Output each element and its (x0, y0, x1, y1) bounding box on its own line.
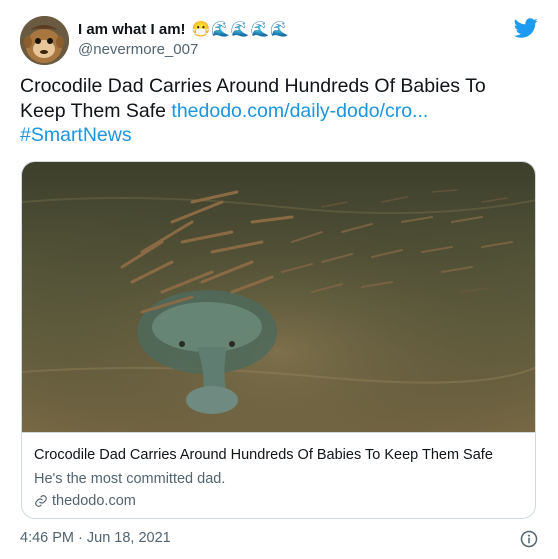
crocodile-photo-icon (22, 162, 535, 432)
wave-emoji-icon: 🌊 (250, 21, 270, 38)
twitter-bird-icon[interactable] (514, 16, 538, 40)
card-body[interactable]: Crocodile Dad Carries Around Hundreds Of… (22, 432, 535, 518)
emoji-badges: 😷 🌊 🌊 🌊 🌊 (192, 20, 289, 38)
tweet-link[interactable]: thedodo.com/daily-dodo/cro... (171, 100, 428, 122)
tweet-embed: I am what I am! 😷 🌊 🌊 🌊 🌊 @nevermore_007… (0, 0, 558, 559)
tweet-text: Crocodile Dad Carries Around Hundreds Of… (20, 74, 530, 148)
display-name[interactable]: I am what I am! (78, 21, 186, 38)
wave-emoji-icon: 🌊 (211, 21, 230, 38)
wave-emoji-icon: 🌊 (230, 21, 250, 38)
card-description: He's the most committed dad. (34, 471, 226, 487)
tweet-timestamp[interactable]: 4:46 PM · Jun 18, 2021 (20, 530, 171, 546)
tweet-header: I am what I am! 😷 🌊 🌊 🌊 🌊 @nevermore_007 (20, 14, 538, 66)
link-card[interactable]: Crocodile Dad Carries Around Hundreds Of… (21, 161, 536, 519)
mask-emoji-icon: 😷 (191, 21, 211, 38)
link-icon (35, 495, 47, 507)
card-title[interactable]: Crocodile Dad Carries Around Hundreds Of… (34, 447, 493, 463)
info-icon[interactable] (520, 530, 538, 548)
card-domain-text[interactable]: thedodo.com (52, 493, 136, 509)
avatar[interactable] (20, 16, 69, 65)
display-name-row[interactable]: I am what I am! 😷 🌊 🌊 🌊 🌊 (78, 20, 289, 39)
wave-emoji-icon: 🌊 (270, 21, 289, 38)
hashtag-link[interactable]: #SmartNews (20, 124, 132, 146)
user-names: I am what I am! 😷 🌊 🌊 🌊 🌊 @nevermore_007 (78, 20, 289, 59)
user-handle[interactable]: @nevermore_007 (78, 41, 289, 58)
card-image[interactable] (22, 162, 535, 432)
monkey-avatar-icon (20, 16, 69, 65)
card-domain[interactable]: thedodo.com (34, 493, 136, 509)
